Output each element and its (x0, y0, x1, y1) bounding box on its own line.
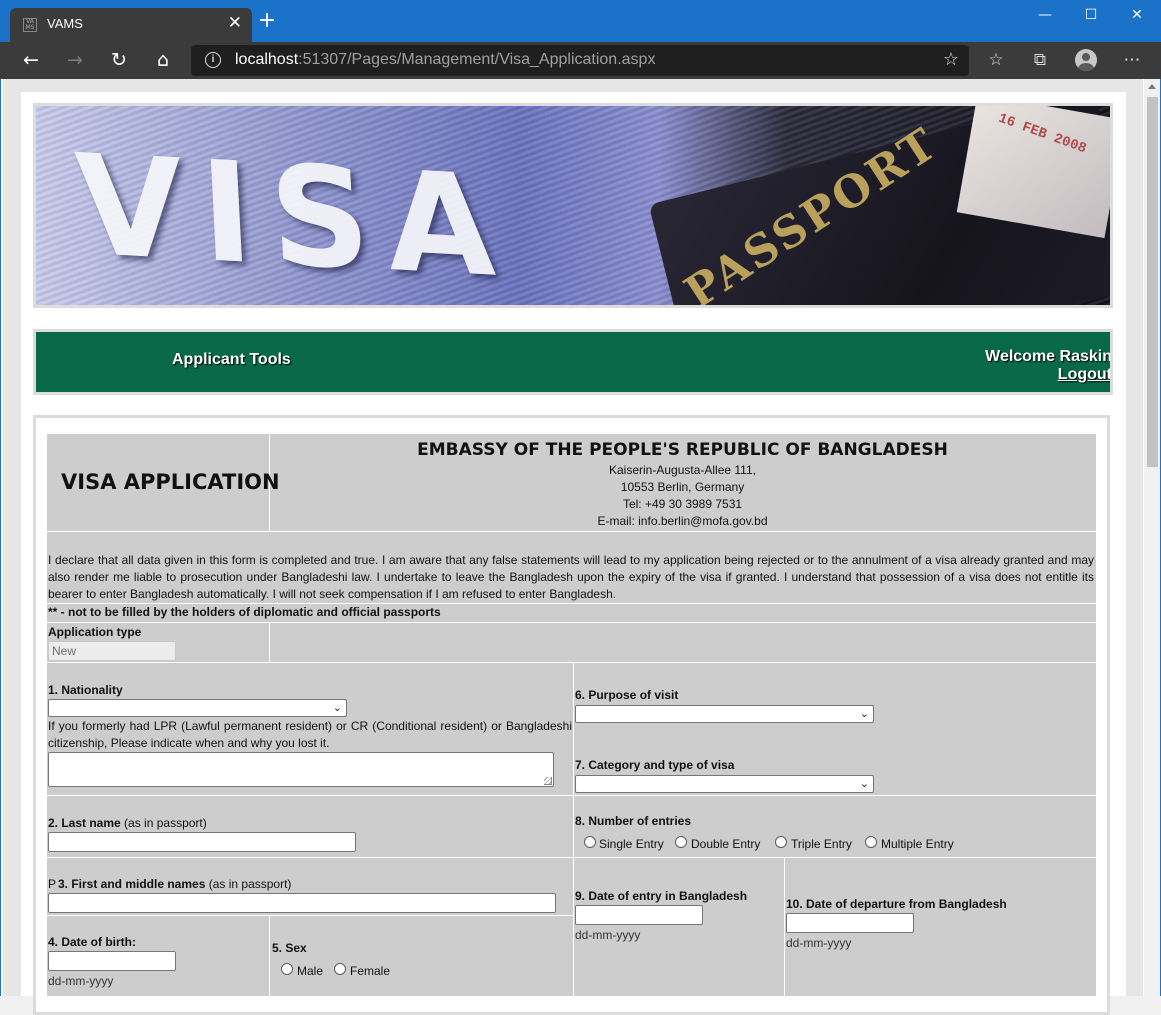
favicon-icon: VA MS (23, 18, 37, 32)
banner-eagle-emblem (826, 306, 946, 308)
departure-date-input[interactable] (786, 913, 914, 933)
entries-label: 8. Number of entries (575, 814, 692, 828)
add-favorite-star-icon[interactable]: ☆ (943, 49, 959, 70)
departure-date-label: 10. Date of departure from Bangladesh (786, 897, 1007, 911)
minimize-button[interactable]: — (1022, 4, 1068, 28)
browser-titlebar: VA MS VAMS ✕ + — ☐ ✕ (0, 0, 1161, 42)
multiple-entry-radio[interactable] (865, 836, 877, 848)
lpr-note: If you formerly had LPR (Lawful permanen… (48, 719, 572, 750)
visa-application-form: VISA APPLICATION EMBASSY OF THE PEOPLE'S… (47, 434, 1096, 996)
lpr-reason-textarea[interactable] (48, 752, 554, 787)
entry-date-label: 9. Date of entry in Bangladesh (575, 889, 748, 903)
visa-banner-image: VISA PASSPORT 16 FEB 2008 (33, 103, 1113, 308)
home-icon[interactable]: ⌂ (150, 48, 176, 72)
diplomatic-note: ** - not to be filled by the holders of … (48, 605, 441, 619)
new-tab-button[interactable]: + (256, 10, 278, 32)
embassy-name: EMBASSY OF THE PEOPLE'S REPUBLIC OF BANG… (417, 440, 948, 460)
entry-date-input[interactable] (575, 905, 703, 925)
tab-title: VAMS (47, 16, 83, 31)
purpose-select[interactable]: ⌄ (575, 705, 874, 723)
declaration-text: I declare that all data given in this fo… (48, 553, 1094, 601)
double-entry-radio[interactable] (675, 836, 687, 848)
maximize-button[interactable]: ☐ (1068, 4, 1114, 28)
last-name-input[interactable] (48, 832, 356, 852)
menu-bar: Applicant Tools Welcome Raskin Logout (36, 332, 1110, 392)
dob-input[interactable] (48, 951, 176, 971)
refresh-icon[interactable]: ↻ (106, 48, 132, 72)
tab-close-icon[interactable]: ✕ (228, 13, 242, 33)
dob-label: 4. Date of birth: (48, 935, 137, 949)
form-title: VISA APPLICATION (61, 470, 280, 494)
chevron-down-icon: ⌄ (859, 707, 869, 720)
url-text: localhost:51307/Pages/Management/Visa_Ap… (235, 51, 656, 68)
browser-toolbar: ← → ↻ ⌂ i localhost:51307/Pages/Manageme… (0, 42, 1161, 79)
favorites-icon[interactable]: ☆ (983, 48, 1009, 72)
embassy-phone: Tel: +49 30 3989 7531 (622, 497, 743, 511)
purpose-label: 6. Purpose of visit (575, 688, 679, 702)
browser-tab[interactable]: VA MS VAMS ✕ (10, 8, 252, 42)
visa-category-select[interactable]: ⌄ (575, 775, 874, 793)
last-name-label: 2. Last name (as in passport) (48, 816, 207, 830)
application-type-field: New (48, 641, 176, 661)
collections-icon[interactable]: ⧉ (1027, 48, 1053, 72)
nationality-label: 1. Nationality (48, 683, 123, 697)
dob-format-hint: dd-mm-yyyy (48, 974, 114, 988)
first-name-label: 3. First and middle names (as in passpor… (58, 877, 292, 891)
welcome-text: Welcome Raskin (985, 348, 1110, 365)
application-type-label: Application type (48, 625, 142, 639)
first-name-prefix: P (48, 877, 57, 891)
scroll-up-arrow-icon[interactable] (1148, 84, 1156, 89)
embassy-email: E-mail: info.berlin@mofa.gov.bd (597, 514, 768, 528)
sex-label: 5. Sex (272, 941, 307, 955)
menu-bar-frame: Applicant Tools Welcome Raskin Logout (33, 329, 1113, 395)
window-close-button[interactable]: ✕ (1114, 4, 1160, 28)
site-info-icon[interactable]: i (205, 52, 221, 68)
nationality-select[interactable]: ⌄ (48, 699, 347, 717)
departure-date-format-hint: dd-mm-yyyy (786, 936, 852, 950)
embassy-address-line1: Kaiserin-Augusta-Allee 111, (609, 463, 756, 477)
single-entry-label: Single Entry (599, 837, 664, 851)
triple-entry-radio[interactable] (775, 836, 787, 848)
female-label: Female (350, 964, 391, 978)
banner-visa-graphic: VISA (72, 124, 517, 308)
first-name-input[interactable] (48, 893, 556, 913)
female-radio[interactable] (334, 963, 346, 975)
chevron-down-icon: ⌄ (859, 777, 869, 790)
applicant-tools-menu[interactable]: Applicant Tools (172, 351, 291, 369)
visa-category-label: 7. Category and type of visa (575, 758, 735, 772)
profile-avatar[interactable] (1075, 49, 1097, 71)
resize-grip-icon[interactable] (544, 777, 552, 785)
entry-date-format-hint: dd-mm-yyyy (575, 928, 641, 942)
double-entry-label: Double Entry (691, 837, 761, 851)
more-menu-icon[interactable]: ⋯ (1119, 48, 1145, 72)
male-label: Male (297, 964, 324, 978)
multiple-entry-label: Multiple Entry (881, 837, 954, 851)
triple-entry-label: Triple Entry (791, 837, 852, 851)
scrollbar-thumb[interactable] (1147, 97, 1158, 467)
single-entry-radio[interactable] (584, 836, 596, 848)
male-radio[interactable] (281, 963, 293, 975)
back-arrow-icon[interactable]: ← (18, 48, 44, 72)
embassy-address-line2: 10553 Berlin, Germany (620, 480, 745, 494)
logout-link[interactable]: Logout (1058, 366, 1110, 384)
vertical-scrollbar[interactable] (1144, 79, 1160, 996)
address-bar[interactable]: i localhost:51307/Pages/Management/Visa_… (191, 45, 969, 76)
forward-arrow-icon[interactable]: → (62, 48, 88, 72)
chevron-down-icon: ⌄ (332, 701, 342, 714)
